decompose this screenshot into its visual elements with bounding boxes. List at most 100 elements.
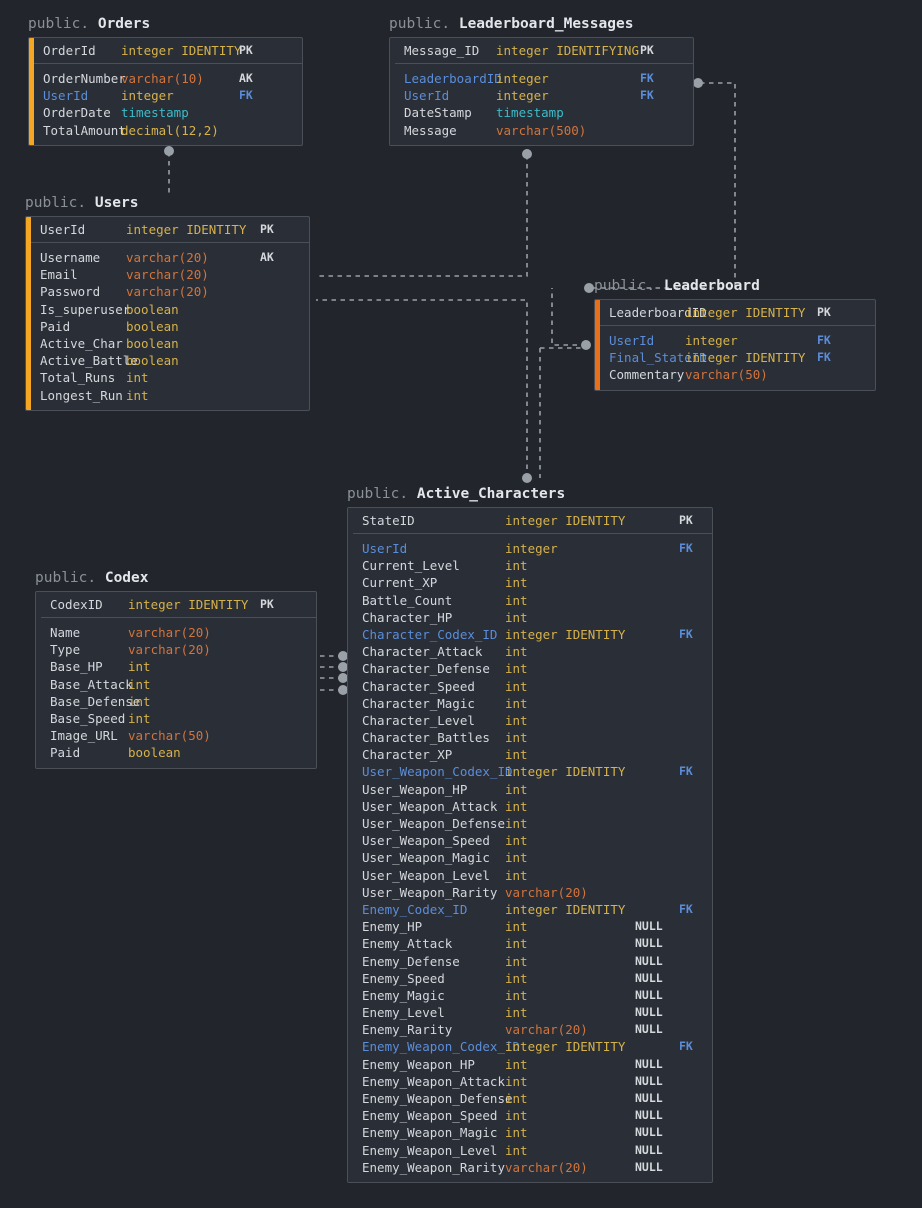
table-codex[interactable]: public. Codex CodexID integer IDENTITY P… [35,570,317,773]
table-row[interactable]: Enemy_Weapon_HPintNULL [348,1056,712,1073]
table-row[interactable]: User_Weapon_Speedint [348,832,712,849]
table-row[interactable]: Character_Attackint [348,643,712,660]
column-name: Paid [26,318,126,335]
table-row[interactable]: Message_ID integer IDENTIFYING PK [390,38,693,63]
table-row[interactable]: LeaderboardID integer FK [390,70,693,87]
column-name: User_Weapon_Attack [348,798,505,815]
table-row[interactable]: Base_HP int [36,658,316,675]
column-name: Character_Speed [348,678,505,695]
column-key: FK [640,87,674,104]
table-row[interactable]: Enemy_Weapon_DefenseintNULL [348,1090,712,1107]
table-row[interactable]: Battle_Countint [348,592,712,609]
column-type: integer IDENTITY [505,901,635,918]
table-row[interactable]: UserId integer FK [595,332,875,349]
column-name: OrderDate [29,104,121,121]
table-row[interactable]: Enemy_Weapon_MagicintNULL [348,1124,712,1141]
column-type: int [126,369,260,386]
table-row[interactable]: Base_Attack int [36,676,316,693]
table-row[interactable]: UserId integer FK [390,87,693,104]
column-type: varchar(20) [505,1021,635,1038]
table-row[interactable]: Character_Battlesint [348,729,712,746]
column-name: Character_HP [348,609,505,626]
table-row[interactable]: Enemy_SpeedintNULL [348,970,712,987]
table-row[interactable]: DateStamp timestamp [390,104,693,121]
table-row[interactable]: OrderId integer IDENTITY PK [29,38,302,63]
table-users[interactable]: public. Users UserId integer IDENTITY PK… [25,195,310,415]
table-row[interactable]: Paid boolean [36,744,316,761]
table-row[interactable]: User_Weapon_Attackint [348,798,712,815]
wire-lbmsg-users [316,155,527,276]
table-row[interactable]: CodexID integer IDENTITY PK [36,592,316,617]
table-row[interactable]: Character_Defenseint [348,660,712,677]
table-row[interactable]: Enemy_Weapon_Rarityvarchar(20)NULL [348,1159,712,1176]
table-row[interactable]: Active_Char boolean [26,335,309,352]
table-orders[interactable]: public. Orders OrderId integer IDENTITY … [28,16,303,150]
table-row[interactable]: User_Weapon_HPint [348,781,712,798]
table-row[interactable]: Current_XPint [348,574,712,591]
table-row[interactable]: Character_Levelint [348,712,712,729]
table-active-characters[interactable]: public. Active_Characters StateID intege… [347,486,713,1187]
column-null: NULL [635,1124,679,1141]
table-row[interactable]: Final_StateID integer IDENTITY FK [595,349,875,366]
column-type: integer IDENTITY [121,38,239,63]
table-row[interactable]: Enemy_Codex_IDinteger IDENTITYFK [348,901,712,918]
table-row[interactable]: User_Weapon_Defenseint [348,815,712,832]
table-row[interactable]: Base_Speed int [36,710,316,727]
table-row[interactable]: Total_Runs int [26,369,309,386]
table-row[interactable]: OrderDate timestamp [29,104,302,121]
table-row[interactable]: Enemy_Weapon_SpeedintNULL [348,1107,712,1124]
table-row[interactable]: Enemy_MagicintNULL [348,987,712,1004]
table-row[interactable]: UserId integer IDENTITY PK [26,217,309,242]
table-row[interactable]: Current_Levelint [348,557,712,574]
table-row[interactable]: User_Weapon_Rarityvarchar(20) [348,884,712,901]
table-leaderboard-messages[interactable]: public. Leaderboard_Messages Message_ID … [389,16,694,150]
table-row[interactable]: Type varchar(20) [36,641,316,658]
table-row[interactable]: Character_Codex_IDinteger IDENTITYFK [348,626,712,643]
table-row[interactable]: TotalAmount decimal(12,2) [29,122,302,139]
table-row[interactable]: Longest_Run int [26,387,309,404]
column-type: int [505,1124,635,1141]
table-row[interactable]: Message varchar(500) [390,122,693,139]
table-row[interactable]: StateID integer IDENTITY PK [348,508,712,533]
column-type: varchar(20) [505,1159,635,1176]
table-row[interactable]: Enemy_LevelintNULL [348,1004,712,1021]
table-row[interactable]: Enemy_Weapon_LevelintNULL [348,1142,712,1159]
table-row[interactable]: Commentary varchar(50) [595,366,875,383]
column-type: decimal(12,2) [121,122,239,139]
table-row[interactable]: Password varchar(20) [26,283,309,300]
column-null: NULL [635,935,679,952]
table-leaderboard[interactable]: public. Leaderboard LeaderboardID intege… [594,278,876,395]
table-row[interactable]: UserId integer FK [29,87,302,104]
table-row[interactable]: Is_superuser boolean [26,301,309,318]
column-key: PK [239,38,273,63]
table-row[interactable]: Name varchar(20) [36,624,316,641]
table-row[interactable]: Character_Speedint [348,678,712,695]
table-row[interactable]: User_Weapon_Magicint [348,849,712,866]
table-row[interactable]: Enemy_Rarityvarchar(20)NULL [348,1021,712,1038]
table-row[interactable]: Enemy_AttackintNULL [348,935,712,952]
table-row[interactable]: Active_Battle boolean [26,352,309,369]
column-name: Character_Battles [348,729,505,746]
table-row[interactable]: User_Weapon_Levelint [348,867,712,884]
table-row[interactable]: UserIdintegerFK [348,540,712,557]
table-row[interactable]: Base_Defense int [36,693,316,710]
table-row[interactable]: Paid boolean [26,318,309,335]
column-type: integer IDENTITY [685,300,817,325]
column-name: Current_XP [348,574,505,591]
table-row[interactable]: Character_Magicint [348,695,712,712]
connector-dot-lbmsg-bottom [522,149,532,159]
table-row[interactable]: LeaderboardID integer IDENTITY PK [595,300,875,325]
table-row[interactable]: Character_HPint [348,609,712,626]
table-row[interactable]: Character_XPint [348,746,712,763]
table-row[interactable]: Enemy_HPintNULL [348,918,712,935]
table-row[interactable]: User_Weapon_Codex_IDinteger IDENTITYFK [348,763,712,780]
table-row[interactable]: Image_URL varchar(50) [36,727,316,744]
table-row[interactable]: Enemy_DefenseintNULL [348,953,712,970]
column-name: Enemy_Weapon_Rarity [348,1159,505,1176]
table-row[interactable]: Email varchar(20) [26,266,309,283]
column-type: varchar(20) [128,641,260,658]
table-row[interactable]: Enemy_Weapon_Codex_IDinteger IDENTITYFK [348,1038,712,1055]
table-row[interactable]: Enemy_Weapon_AttackintNULL [348,1073,712,1090]
table-row[interactable]: OrderNumber varchar(10) AK [29,70,302,87]
table-row[interactable]: Username varchar(20) AK [26,249,309,266]
